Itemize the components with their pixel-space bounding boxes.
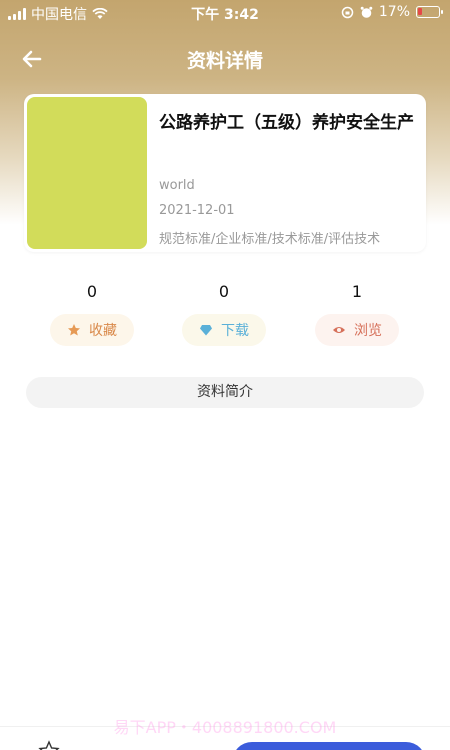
page-title: 资料详情	[186, 50, 263, 72]
download-count: 0	[218, 282, 230, 301]
status-bar: 中国电信 下午 3:42 17%	[0, 0, 450, 26]
rotation-lock-icon	[341, 6, 354, 18]
document-title: 公路养护工（五级）养护安全生产	[159, 113, 414, 133]
stats-row: 0 收藏 0 下载 1 浏览	[0, 282, 450, 352]
battery-label: 17%	[378, 4, 410, 20]
intro-section-header: 资料简介	[26, 377, 424, 408]
document-date: 2021-12-01	[159, 203, 235, 218]
collect-count: 0	[86, 282, 98, 301]
view-button[interactable]: 浏览	[315, 314, 399, 346]
watermark: 易下APP・4008891800.COM	[113, 718, 337, 737]
stat-download: 0 下载	[182, 282, 266, 346]
stat-collect: 0 收藏	[50, 282, 134, 346]
favorite-star-icon[interactable]	[38, 740, 60, 750]
view-label: 浏览	[354, 323, 382, 339]
diamond-icon	[200, 325, 212, 336]
primary-action-button[interactable]	[232, 742, 426, 750]
eye-icon	[333, 327, 345, 333]
nav-bar: 资料详情	[0, 36, 450, 80]
stat-view: 1 浏览	[315, 282, 399, 346]
collect-label: 收藏	[89, 323, 117, 339]
battery-icon	[416, 6, 443, 18]
collect-button[interactable]: 收藏	[50, 314, 134, 346]
download-label: 下载	[221, 323, 249, 339]
document-tags: 规范标准/企业标准/技术标准/评估技术	[159, 232, 381, 247]
download-button[interactable]: 下载	[182, 314, 266, 346]
document-card: 公路养护工（五级）养护安全生产 world 2021-12-01 规范标准/企业…	[24, 94, 426, 252]
alarm-icon	[360, 6, 373, 18]
view-count: 1	[351, 282, 363, 301]
document-author: world	[159, 178, 195, 193]
status-right: 17%	[341, 4, 443, 20]
document-cover	[27, 97, 147, 249]
star-icon	[68, 324, 80, 336]
